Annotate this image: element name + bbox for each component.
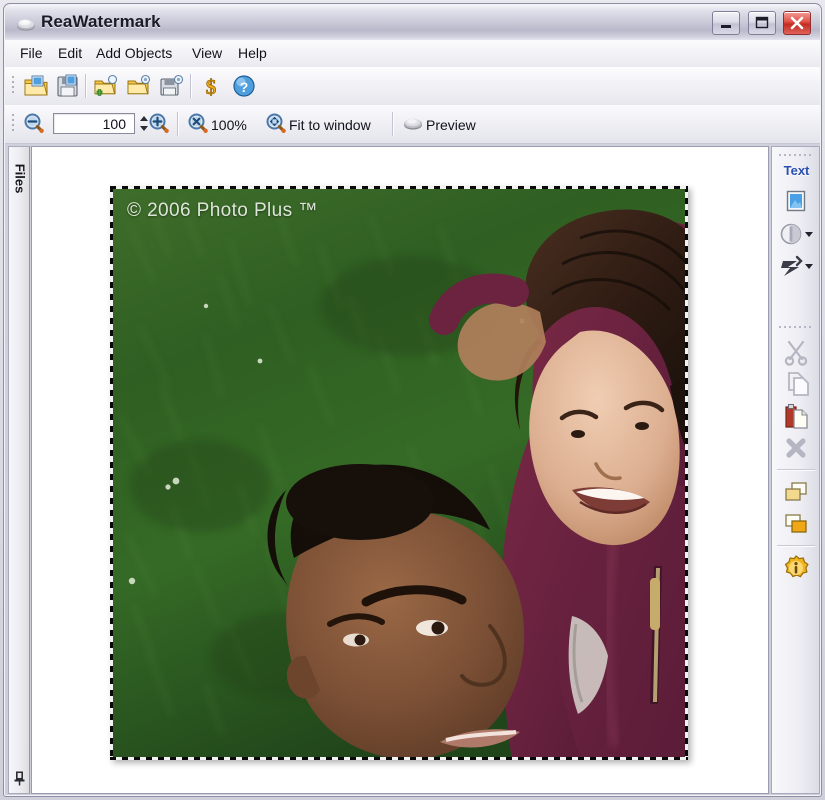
close-button[interactable] — [783, 11, 811, 35]
zoom-in-button[interactable] — [144, 109, 174, 139]
zoom-value: 100 — [102, 116, 126, 132]
fit-to-window-label[interactable]: Fit to window — [289, 117, 371, 133]
fit-to-window-button[interactable] — [261, 109, 291, 139]
zoom-toolbar: 100 100% Fit to window Preview — [5, 105, 820, 144]
objects-dock-panel: Text — [771, 146, 820, 794]
menu-add-objects[interactable]: Add Objects — [89, 44, 179, 63]
actual-size-label[interactable]: 100% — [211, 117, 247, 133]
send-to-back-button[interactable] — [777, 509, 815, 539]
window-controls — [709, 11, 811, 35]
paste-button[interactable] — [777, 401, 815, 431]
add-image-tool[interactable] — [777, 187, 815, 217]
open-profile-button[interactable] — [124, 71, 154, 101]
actual-size-button[interactable] — [183, 109, 213, 139]
main-toolbar: $ ? — [5, 67, 820, 106]
svg-text:$: $ — [206, 75, 217, 99]
new-profile-button[interactable] — [91, 71, 121, 101]
save-images-button[interactable] — [54, 71, 84, 101]
menu-edit[interactable]: Edit — [51, 44, 89, 63]
watermarked-photo[interactable]: © 2006 Photo Plus ™ — [110, 186, 688, 760]
app-disc-icon — [16, 14, 36, 32]
shape-dropdown-chevron-down-icon[interactable] — [805, 232, 813, 237]
toolbar-separator-2 — [190, 74, 191, 98]
minimize-button[interactable] — [712, 11, 741, 35]
menu-file[interactable]: File — [13, 44, 50, 63]
copy-button[interactable] — [777, 369, 815, 399]
objects-dock-grip[interactable] — [779, 152, 815, 158]
edit-tools-grip[interactable] — [779, 324, 815, 330]
bring-to-front-button[interactable] — [777, 477, 815, 507]
save-profile-button[interactable] — [157, 71, 187, 101]
preview-separator — [392, 112, 393, 136]
about-button[interactable] — [777, 553, 815, 583]
zoom-separator — [177, 112, 178, 136]
dock-divider-2 — [777, 545, 815, 546]
title-bar: ReaWatermark — [5, 5, 820, 40]
files-dock-panel[interactable]: Files — [8, 146, 30, 794]
toolbar-separator — [85, 74, 86, 98]
watermark-text[interactable]: © 2006 Photo Plus ™ — [127, 200, 318, 222]
open-images-button[interactable] — [21, 71, 51, 101]
menu-view[interactable]: View — [185, 44, 229, 63]
preview-label[interactable]: Preview — [426, 117, 476, 133]
maximize-button[interactable] — [747, 11, 776, 35]
add-text-tool[interactable]: Text — [772, 163, 821, 178]
window-frame: ReaWatermark File Edit Add Objects View … — [3, 3, 822, 797]
preview-button[interactable] — [398, 109, 428, 139]
window-title: ReaWatermark — [41, 12, 161, 31]
zoom-input[interactable]: 100 — [53, 113, 135, 134]
application-window: ReaWatermark File Edit Add Objects View … — [0, 0, 825, 800]
effect-dropdown-chevron-down-icon[interactable] — [805, 264, 813, 269]
zoom-toolbar-grip[interactable] — [11, 114, 15, 134]
dock-divider-1 — [777, 469, 815, 470]
delete-button[interactable] — [777, 433, 815, 463]
toolbar-grip[interactable] — [11, 76, 15, 96]
menu-help[interactable]: Help — [231, 44, 274, 63]
image-canvas[interactable]: © 2006 Photo Plus ™ — [31, 146, 769, 794]
auto-hide-pin-icon[interactable] — [13, 770, 26, 786]
photo-image — [110, 186, 688, 760]
svg-text:?: ? — [240, 79, 249, 95]
help-button[interactable]: ? — [229, 71, 259, 101]
buy-button[interactable]: $ — [196, 71, 226, 101]
cut-button[interactable] — [777, 337, 815, 367]
menu-bar: File Edit Add Objects View Help — [5, 40, 820, 68]
zoom-out-button[interactable] — [19, 109, 49, 139]
files-panel-label: Files — [12, 163, 28, 194]
